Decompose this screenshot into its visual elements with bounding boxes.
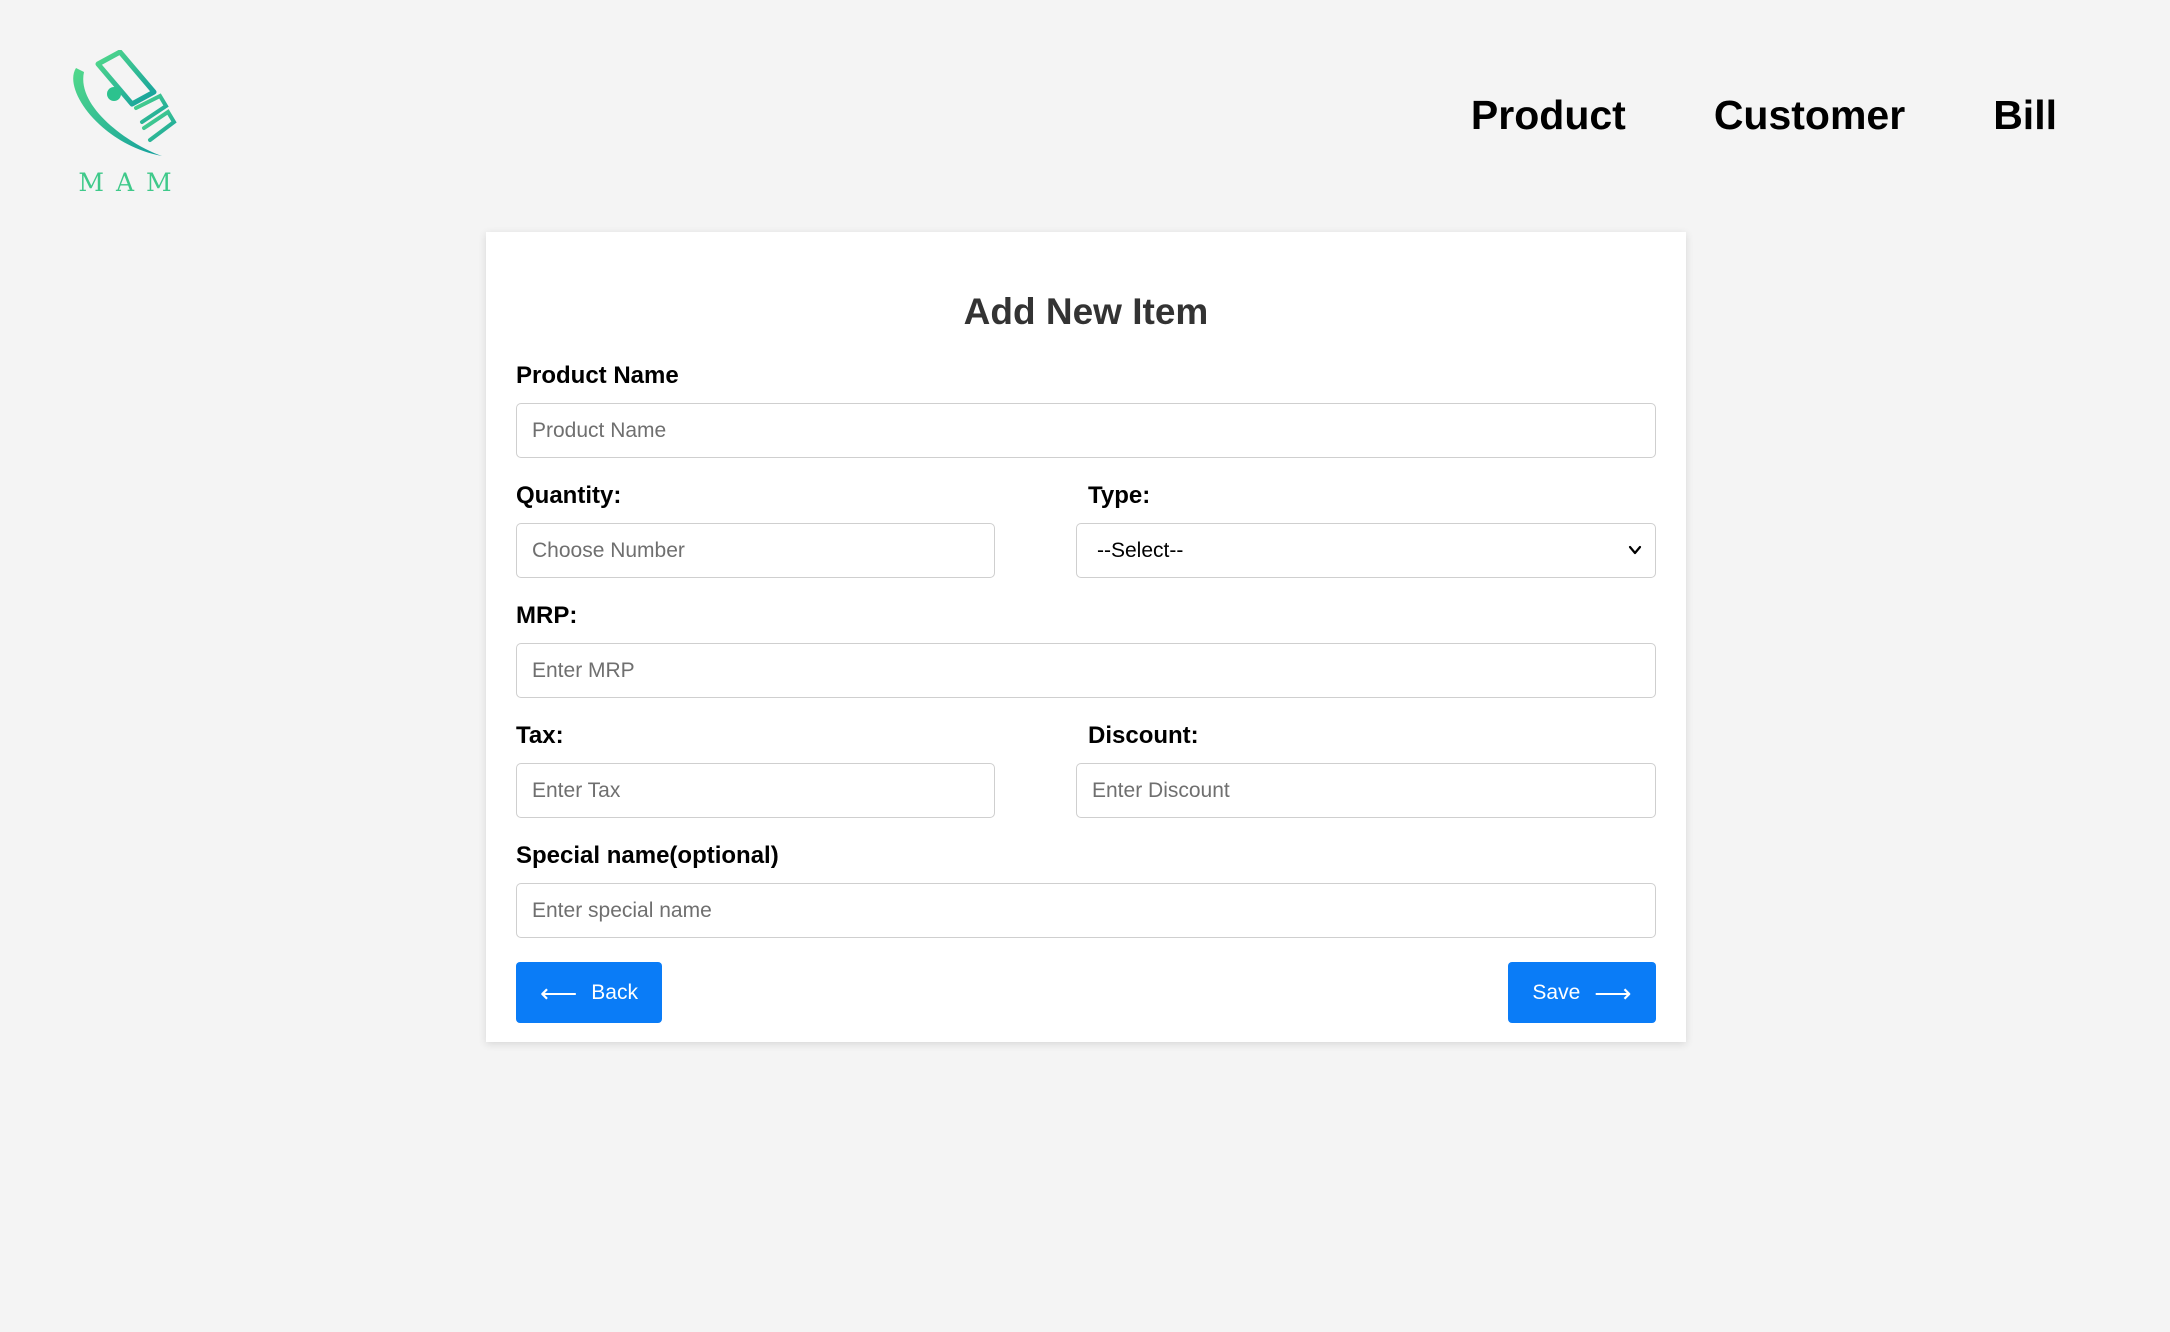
add-item-card: Add New Item Product Name Quantity: Type… [486, 232, 1686, 1042]
tax-input[interactable] [516, 763, 995, 818]
type-group: Type: --Select-- [1076, 482, 1656, 578]
page-title: Add New Item [963, 291, 1209, 332]
discount-input[interactable] [1076, 763, 1656, 818]
back-button[interactable]: ⟵ Back [516, 962, 662, 1023]
nav-item-customer[interactable]: Customer [1714, 92, 1905, 139]
product-name-input[interactable] [516, 403, 1656, 458]
tax-group: Tax: [516, 722, 995, 818]
mrp-input[interactable] [516, 643, 1656, 698]
product-name-group: Product Name [516, 362, 1656, 458]
discount-label: Discount: [1088, 722, 1199, 749]
main-nav: Product Customer Bill [1471, 92, 2057, 139]
type-select[interactable]: --Select-- [1076, 523, 1656, 578]
special-name-group: Special name(optional) [516, 842, 1656, 938]
special-name-label: Special name(optional) [516, 842, 779, 869]
brand-logo[interactable]: MAM [62, 50, 190, 200]
mrp-label: MRP: [516, 602, 578, 629]
arrow-left-icon: ⟵ [540, 977, 578, 1008]
quantity-type-row: Quantity: Type: --Select-- [516, 482, 1656, 578]
nav-item-product[interactable]: Product [1471, 92, 1626, 139]
tax-label: Tax: [516, 722, 564, 749]
discount-group: Discount: [1076, 722, 1656, 818]
quantity-label: Quantity: [516, 482, 622, 509]
quantity-input[interactable] [516, 523, 995, 578]
special-name-input[interactable] [516, 883, 1656, 938]
back-button-label: Back [591, 980, 638, 1004]
money-bills-logo-icon [73, 50, 177, 156]
logo-text: MAM [78, 168, 184, 197]
product-name-label: Product Name [516, 362, 679, 389]
arrow-right-icon: ⟶ [1594, 977, 1632, 1008]
type-label: Type: [1088, 482, 1151, 509]
tax-discount-row: Tax: Discount: [516, 722, 1656, 818]
type-select-wrapper: --Select-- [1076, 523, 1656, 578]
save-button[interactable]: Save ⟶ [1508, 962, 1656, 1023]
form-actions: ⟵ Back Save ⟶ [516, 962, 1656, 1023]
mrp-group: MRP: [516, 602, 1656, 698]
quantity-group: Quantity: [516, 482, 995, 578]
nav-item-bill[interactable]: Bill [1993, 92, 2057, 139]
save-button-label: Save [1532, 980, 1581, 1004]
